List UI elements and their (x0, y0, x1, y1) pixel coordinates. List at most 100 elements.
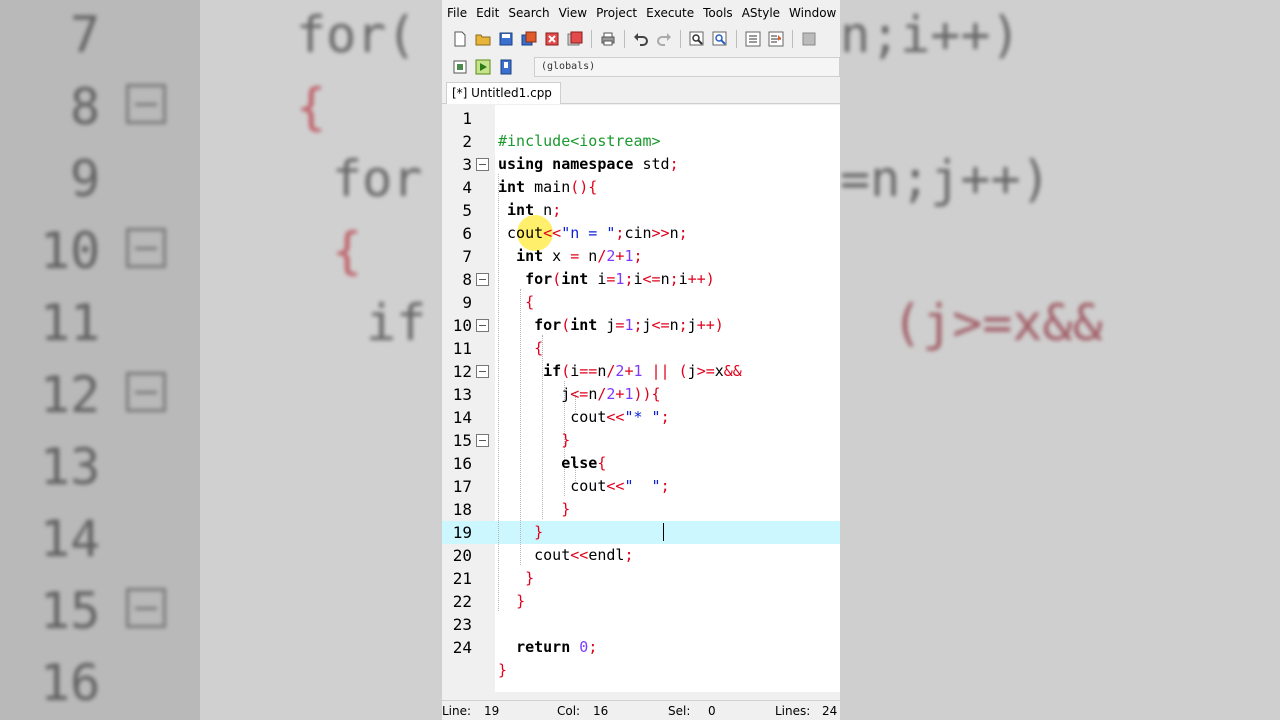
find-icon[interactable] (687, 29, 707, 49)
replace-icon[interactable] (710, 29, 730, 49)
status-bar: Line: 19 Col: 16 Sel: 0 Lines: 24 (442, 700, 840, 720)
bg-code-text: n;i++) (840, 6, 1021, 64)
code-line-11: if(i==n/2+1 || (j>=x&& (543, 362, 742, 380)
undo-icon[interactable] (631, 29, 651, 49)
open-file-icon[interactable] (473, 29, 493, 49)
bg-fold-icon (126, 84, 166, 124)
line-number: 17 (452, 477, 472, 496)
compile-icon[interactable] (450, 57, 470, 77)
bg-fold-icon (126, 372, 166, 412)
code-line-2: using namespace std; (498, 155, 679, 173)
menu-astyle[interactable]: AStyle (737, 4, 784, 26)
bg-code-text: if (366, 294, 427, 352)
line-number: 14 (452, 408, 472, 427)
line-number: 7 (462, 247, 472, 266)
fold-collapse-icon[interactable] (476, 319, 489, 332)
menu-execute[interactable]: Execute (641, 4, 698, 26)
code-line-23: return 0; (516, 638, 598, 656)
line-number: 19 (452, 523, 472, 542)
bg-code-text: { (332, 222, 363, 280)
save-icon[interactable] (496, 29, 516, 49)
line-number: 20 (452, 546, 472, 565)
bg-code-text: =n;j++) (840, 150, 1051, 208)
menu-edit[interactable]: Edit (471, 4, 503, 26)
menu-file[interactable]: File (442, 4, 471, 26)
code-line-13: cout<<"* "; (570, 408, 670, 426)
line-number: 23 (452, 615, 472, 634)
menu-tools[interactable]: Tools (698, 4, 737, 26)
bg-fold-icon (126, 228, 166, 268)
bg-line-number: 13 (40, 438, 101, 496)
scope-dropdown[interactable]: (globals) (534, 57, 840, 77)
status-lines-value: 24 (822, 704, 838, 718)
new-file-icon[interactable] (450, 29, 470, 49)
text-caret (663, 523, 664, 541)
bg-line-number: 12 (40, 366, 101, 424)
save-all-icon[interactable] (519, 29, 539, 49)
compile-toolbar (450, 54, 516, 80)
tab-untitled1[interactable]: [*] Untitled1.cpp (446, 82, 561, 104)
status-col-label: Col: (557, 704, 581, 718)
main-toolbar (450, 26, 819, 52)
status-line-value: 19 (484, 704, 500, 718)
line-number: 15 (452, 431, 472, 450)
bg-code-text: for( (296, 6, 417, 64)
close-icon[interactable] (542, 29, 562, 49)
close-all-icon[interactable] (565, 29, 585, 49)
line-number: 6 (462, 224, 472, 243)
print-icon[interactable] (598, 29, 618, 49)
indent-icon[interactable] (743, 29, 763, 49)
toggle-comment-icon[interactable] (799, 29, 819, 49)
background-zoom-left: 7 8 9 10 11 12 13 14 15 16 for( { for { … (0, 0, 442, 720)
background-zoom-right: n;i++) =n;j++) (j>=x&& (840, 0, 1280, 720)
code-line-19: cout<<endl; (534, 546, 634, 564)
bg-line-number: 7 (70, 6, 101, 64)
fold-collapse-icon[interactable] (476, 365, 489, 378)
code-line-1: #include<iostream> (498, 132, 661, 150)
line-number: 1 (462, 109, 472, 128)
bg-line-number: 14 (40, 510, 101, 568)
code-line-4: int n; (507, 201, 562, 219)
line-number: 5 (462, 201, 472, 220)
code-line-9: for(int j=1;j<=n;j++) (534, 316, 724, 334)
code-line-14: } (561, 431, 571, 449)
fold-collapse-icon[interactable] (476, 434, 489, 447)
bg-line-number: 9 (70, 150, 101, 208)
line-number: 9 (462, 293, 472, 312)
bg-code-text: (j>=x&& (892, 294, 1103, 352)
line-number: 13 (452, 385, 472, 404)
line-number: 16 (452, 454, 472, 473)
bg-code-text: for (332, 150, 423, 208)
line-number: 22 (452, 592, 472, 611)
line-number: 21 (452, 569, 472, 588)
code-line-17: } (561, 500, 571, 518)
line-number: 24 (452, 638, 472, 657)
bg-line-number: 16 (40, 654, 101, 712)
bg-line-number: 11 (40, 294, 101, 352)
editor-tabs: [*] Untitled1.cpp (442, 80, 840, 104)
menu-bar: File Edit Search View Project Execute To… (442, 4, 840, 26)
unindent-icon[interactable] (766, 29, 786, 49)
line-number: 3 (462, 155, 472, 174)
code-line-16: cout<<" "; (570, 477, 670, 495)
fold-collapse-icon[interactable] (476, 273, 489, 286)
line-number: 4 (462, 178, 472, 197)
run-icon[interactable] (473, 57, 493, 77)
menu-window[interactable]: Window (784, 4, 840, 26)
code-line-21: } (516, 592, 526, 610)
line-number: 12 (452, 362, 472, 381)
fold-collapse-icon[interactable] (476, 158, 489, 171)
menu-project[interactable]: Project (591, 4, 641, 26)
code-line-24: } (498, 661, 508, 679)
code-line-15: else{ (561, 454, 607, 472)
line-number: 18 (452, 500, 472, 519)
menu-view[interactable]: View (554, 4, 591, 26)
status-sel-label: Sel: (668, 704, 691, 718)
redo-icon[interactable] (654, 29, 674, 49)
line-number: 11 (452, 339, 472, 358)
bg-line-number: 15 (40, 582, 101, 640)
code-editor[interactable]: 1 2 3 4 5 6 7 8 9 10 11 12 13 14 15 16 17 18 19 20 21 22 23 24 … (442, 105, 840, 692)
code-line-7: for(int i=1;i<=n;i++) (525, 270, 715, 288)
menu-search[interactable]: Search (503, 4, 553, 26)
bookmark-icon[interactable] (496, 57, 516, 77)
